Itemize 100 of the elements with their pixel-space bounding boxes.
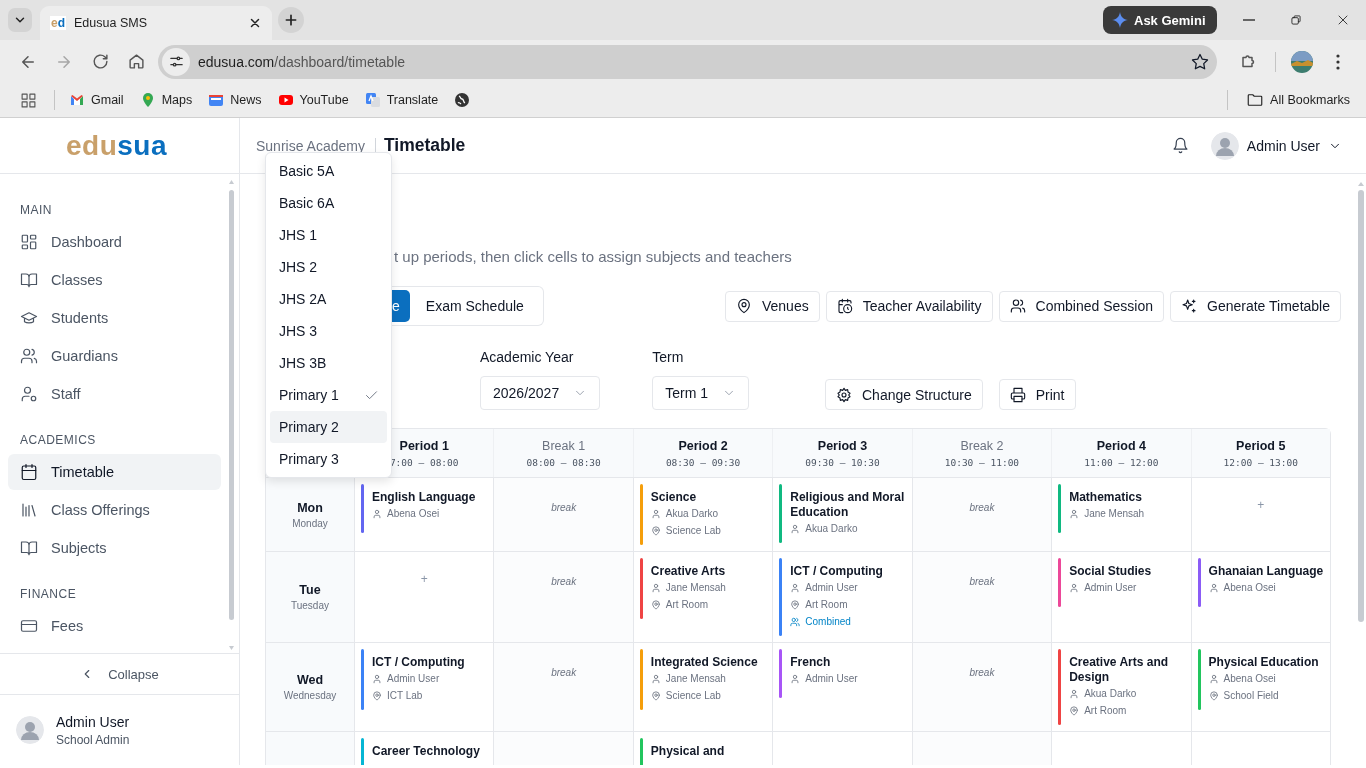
browser-tab[interactable]: ed Edusua SMS xyxy=(40,6,272,40)
dropdown-option[interactable]: JHS 3B xyxy=(270,347,387,379)
teacher-name: Jane Mensah xyxy=(665,672,726,686)
time-range: 08:30 – 09:30 xyxy=(665,456,741,468)
address-bar[interactable]: edusua.com/dashboard/timetable xyxy=(158,44,1217,79)
lesson-slot[interactable]: Physical Education Abena Osei School Field xyxy=(1190,642,1330,731)
tab-list-button[interactable] xyxy=(8,8,32,32)
user-name: Admin User xyxy=(56,713,130,730)
favicon: ed xyxy=(50,16,67,30)
tool-button[interactable]: Print xyxy=(998,379,1076,410)
collapse-button[interactable]: Collapse xyxy=(74,665,165,683)
subject-name: Physical and xyxy=(650,744,725,759)
sliders-icon xyxy=(168,54,184,69)
dropdown-option[interactable]: Basic 5A xyxy=(270,155,387,187)
sidebar-item[interactable]: Timetable xyxy=(8,454,221,490)
person-icon xyxy=(790,582,801,593)
dropdown-option[interactable]: JHS 2 xyxy=(270,251,387,283)
site-info-button[interactable] xyxy=(162,47,190,76)
book-icon xyxy=(20,539,38,557)
bookmark[interactable]: Gmail xyxy=(63,88,130,112)
sidebar-item[interactable]: Dashboard xyxy=(8,224,221,260)
settings-icon xyxy=(836,386,852,403)
view-tab[interactable]: Exam Schedule xyxy=(409,290,540,322)
select-field[interactable]: 2026/2027 xyxy=(480,376,601,410)
lesson-slot[interactable]: Mathematics Jane Mensah xyxy=(1051,477,1191,551)
book-icon xyxy=(20,271,38,289)
sidebar-item[interactable]: Subjects xyxy=(8,530,221,566)
calendar-icon xyxy=(20,463,38,481)
bookmark[interactable]: Translate xyxy=(358,88,445,112)
dashboard-icon xyxy=(20,233,38,251)
location-pin-icon xyxy=(790,599,801,610)
notifications-button[interactable] xyxy=(1171,137,1189,154)
subject-name: Creative Arts and Design xyxy=(1069,655,1170,685)
subject-name: ICT / Computing xyxy=(790,564,883,579)
section-heading: MAIN xyxy=(19,202,53,219)
gmail-icon xyxy=(69,92,85,108)
day-name: Wed xyxy=(296,673,324,687)
day-full-name: Monday xyxy=(292,517,328,529)
lesson-slot[interactable]: ICT / Computing Admin User Art Room Combined xyxy=(772,551,912,642)
dropdown-option[interactable]: Primary 2 xyxy=(270,411,387,443)
action-button[interactable]: Teacher Availability xyxy=(825,290,993,322)
sidebar-item[interactable]: Staff xyxy=(8,376,221,412)
lesson-slot[interactable]: Religious and Moral Education Akua Darko xyxy=(772,477,912,551)
lesson-slot[interactable]: Social Studies Admin User xyxy=(1051,551,1191,642)
sidebar-item[interactable]: Classes xyxy=(8,262,221,298)
person-icon xyxy=(1069,582,1080,593)
profile-avatar[interactable] xyxy=(1291,50,1313,73)
subject-name: Integrated Science xyxy=(650,655,758,670)
ask-gemini-button[interactable]: Ask Gemini xyxy=(1103,6,1217,34)
dropdown-option[interactable]: JHS 1 xyxy=(270,219,387,251)
person-icon xyxy=(1069,688,1080,699)
bookmark[interactable]: YouTube xyxy=(271,88,355,112)
person-icon xyxy=(372,673,382,684)
lesson-slot[interactable]: Integrated Science Jane Mensah Science Lab xyxy=(632,642,773,731)
more-icon xyxy=(1336,53,1340,70)
dropdown-option[interactable]: JHS 2A xyxy=(270,283,387,315)
bookmark[interactable]: News xyxy=(202,88,268,112)
teacher-name: Admin User xyxy=(805,581,858,595)
lesson-slot[interactable]: French Admin User xyxy=(772,642,912,731)
news-icon xyxy=(208,92,225,108)
sidebar-item[interactable]: Students xyxy=(8,300,221,336)
tab-title: Edusua SMS xyxy=(74,16,148,30)
translate-icon xyxy=(364,92,381,108)
user-menu-button[interactable]: Admin User xyxy=(1210,131,1342,160)
column-heading: Period 4 xyxy=(1096,438,1146,453)
teacher-name: Admin User xyxy=(1084,581,1137,595)
sidebar-item[interactable]: Guardians xyxy=(8,338,221,374)
lesson-slot[interactable]: Creative Arts and Design Akua Darko Art Room xyxy=(1051,642,1191,731)
bookmark[interactable]: Maps xyxy=(133,88,199,112)
venue-name: ICT Lab xyxy=(387,689,423,703)
subject-name: Creative Arts xyxy=(650,564,726,579)
dropdown-option[interactable]: JHS 3 xyxy=(270,315,387,347)
dropdown-option[interactable]: Primary 3 xyxy=(270,443,387,475)
combined-label: Combined xyxy=(805,615,851,629)
apps-grid-icon xyxy=(19,91,37,109)
sidebar-item[interactable]: Class Offerings xyxy=(8,492,221,528)
action-button[interactable]: Combined Session xyxy=(998,290,1165,322)
lesson-slot[interactable]: Ghanaian Language Abena Osei xyxy=(1190,551,1330,642)
venue-name: Art Room xyxy=(665,598,709,612)
teacher-name: Abena Osei xyxy=(387,507,440,521)
action-button[interactable]: Generate Timetable xyxy=(1170,290,1341,322)
dropdown-option[interactable]: Basic 6A xyxy=(270,187,387,219)
lesson-slot[interactable]: Physical and xyxy=(632,731,773,765)
lesson-slot[interactable]: Creative Arts Jane Mensah Art Room xyxy=(632,551,773,642)
location-pin-icon xyxy=(1069,705,1080,716)
all-bookmarks-button[interactable]: All Bookmarks xyxy=(1240,87,1356,113)
new-tab-button[interactable] xyxy=(278,7,304,33)
person-icon xyxy=(1208,582,1219,593)
scrollbar[interactable] xyxy=(228,180,235,650)
subject-name: Physical Education xyxy=(1208,655,1319,670)
tool-button[interactable]: Change Structure xyxy=(825,379,983,410)
dropdown-option[interactable]: Primary 1 xyxy=(270,379,387,411)
sidebar-item[interactable]: Fees xyxy=(8,608,221,644)
select-field[interactable]: Term 1 xyxy=(652,376,749,410)
time-range: 7:00 – 08:00 xyxy=(389,456,459,468)
scrollbar[interactable] xyxy=(1357,182,1365,622)
person-icon xyxy=(650,673,661,684)
action-button[interactable]: Venues xyxy=(725,290,820,322)
subject-name: Religious and Moral Education xyxy=(790,490,906,520)
lesson-slot[interactable]: Science Akua Darko Science Lab xyxy=(632,477,773,551)
